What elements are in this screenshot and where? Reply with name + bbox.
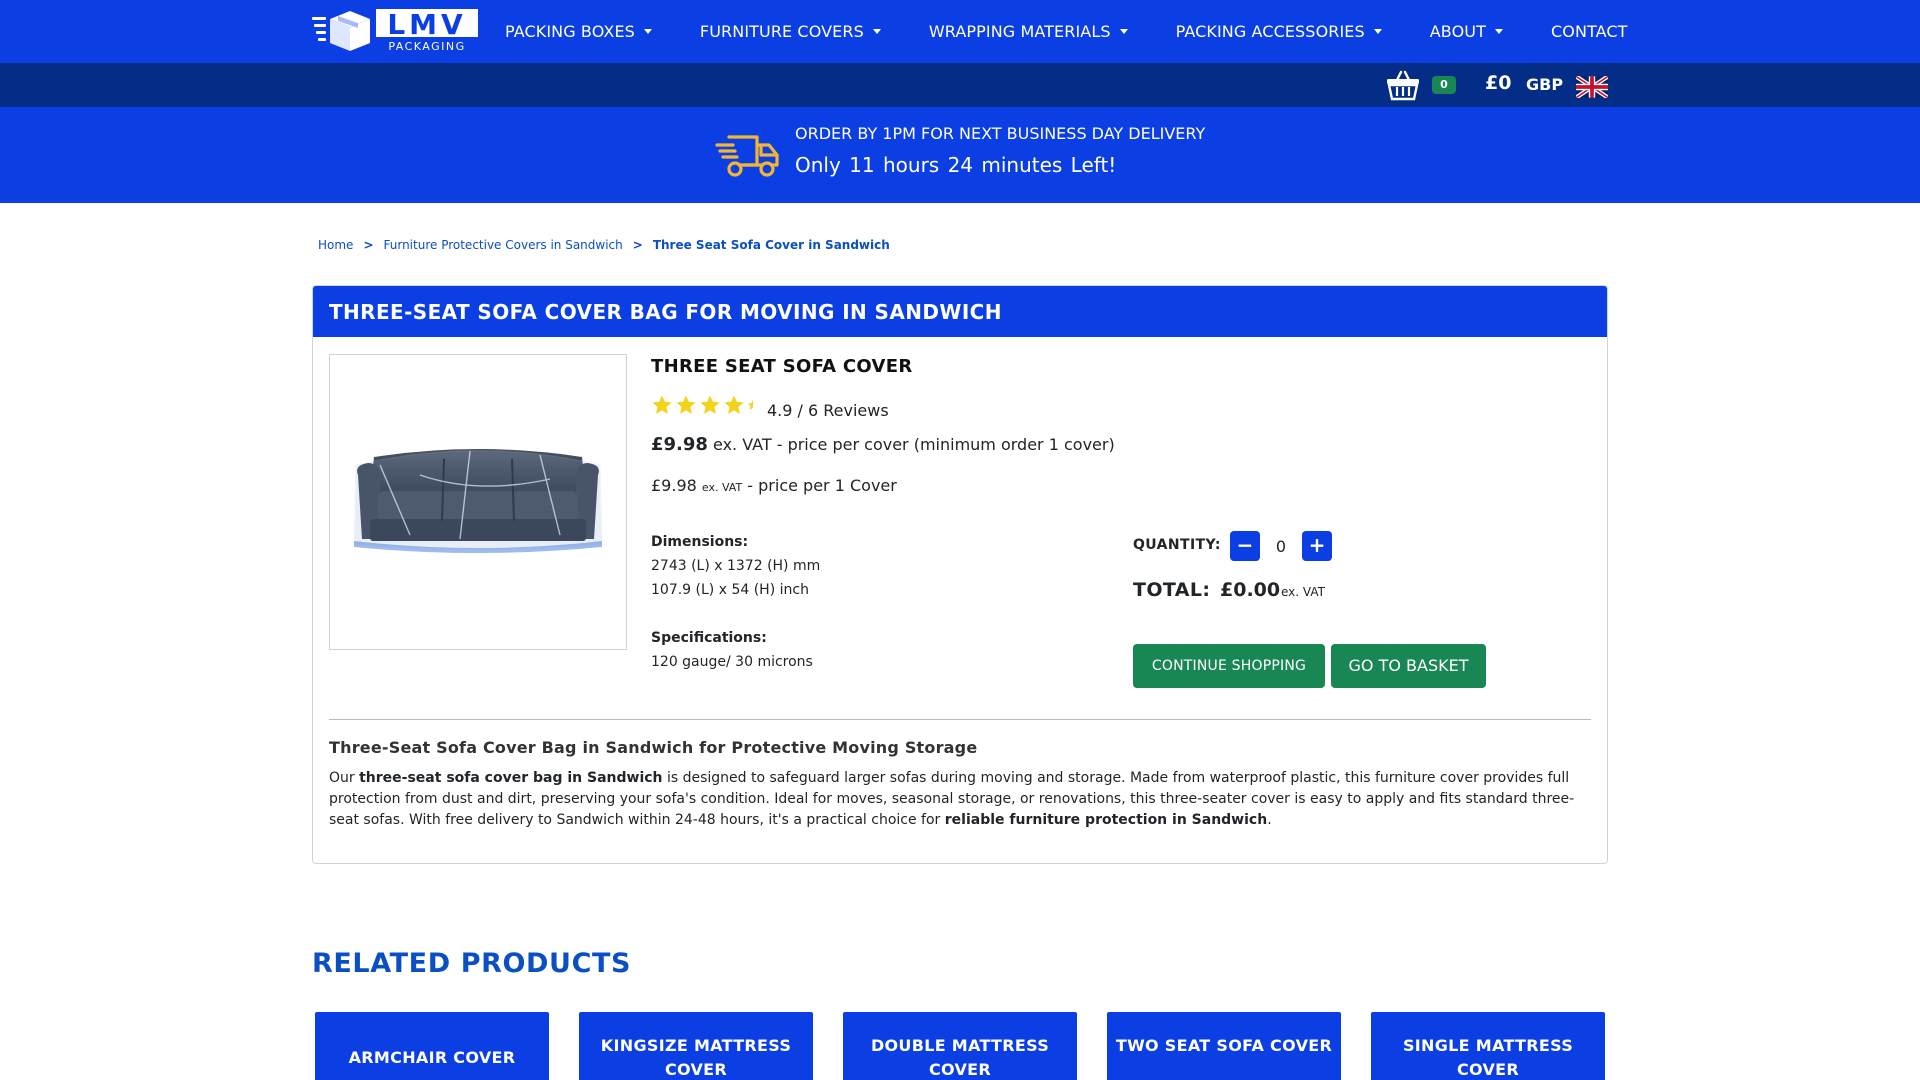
related-double-mattress-cover[interactable]: DOUBLE MATTRESS COVER <box>843 1012 1077 1080</box>
page-title: THREE-SEAT SOFA COVER BAG FOR MOVING IN … <box>329 300 1002 324</box>
basket-total: £0 <box>1485 72 1512 94</box>
lmv-packaging-logo[interactable]: LMV PACKAGING <box>312 8 488 53</box>
main-menu: PACKING BOXES FURNITURE COVERS WRAPPING … <box>505 0 1676 63</box>
breadcrumb-separator: > <box>632 238 643 252</box>
menu-contact[interactable]: CONTACT <box>1551 22 1628 41</box>
related-armchair-cover[interactable]: ARMCHAIR COVER <box>315 1012 549 1080</box>
quantity-input[interactable] <box>1268 533 1294 559</box>
delivery-cutoff-text: ORDER BY 1PM FOR NEXT BUSINESS DAY DELIV… <box>795 124 1206 143</box>
half-star-icon <box>747 399 753 410</box>
currency-selector[interactable]: GBP <box>1526 75 1563 94</box>
unit-exvat: ex. VAT <box>701 481 743 494</box>
breadcrumb-home[interactable]: Home <box>318 238 353 252</box>
unit-suffix: - price per 1 Cover <box>742 476 897 495</box>
sofa-cover-image[interactable] <box>350 435 606 555</box>
star-icon <box>676 395 696 414</box>
menu-wrapping-materials[interactable]: WRAPPING MATERIALS <box>929 22 1128 41</box>
breadcrumb: Home > Furniture Protective Covers in Sa… <box>318 238 890 252</box>
rating-stars <box>651 394 759 416</box>
dimensions-label: Dimensions: <box>651 534 749 550</box>
delivery-countdown: Only 11 hours 24 minutes Left! <box>795 153 1117 177</box>
specifications-label: Specifications: <box>651 630 767 646</box>
chevron-down-icon <box>643 29 652 34</box>
price-line: £9.98 ex. VAT - price per cover (minimum… <box>651 434 1115 455</box>
basket-bar <box>0 63 1920 107</box>
related-single-mattress-cover[interactable]: SINGLE MATTRESS COVER <box>1371 1012 1605 1080</box>
price-suffix: ex. VAT - price per cover (minimum order… <box>707 435 1115 454</box>
total-value: £0.00 <box>1220 579 1281 601</box>
unit-price-line: £9.98 ex. VAT - price per 1 Cover <box>651 476 897 495</box>
continue-shopping-button[interactable]: CONTINUE SHOPPING <box>1133 644 1325 688</box>
description-title: Three-Seat Sofa Cover Bag in Sandwich fo… <box>329 738 978 757</box>
quantity-decrease-button[interactable]: − <box>1230 531 1260 561</box>
svg-text:LMV: LMV <box>387 9 466 41</box>
total-label: TOTAL: <box>1133 579 1211 601</box>
star-icon <box>700 395 720 414</box>
related-kingsize-mattress-cover[interactable]: KINGSIZE MATTRESS COVER <box>579 1012 813 1080</box>
description-body: Our three-seat sofa cover bag in Sandwic… <box>329 770 1575 828</box>
specifications-value: 120 gauge/ 30 microns <box>651 654 813 670</box>
go-to-basket-button[interactable]: GO TO BASKET <box>1331 644 1486 688</box>
star-icon <box>724 395 744 414</box>
unit-price: £9.98 <box>651 476 697 495</box>
star-icon <box>652 395 672 414</box>
basket-count-badge: 0 <box>1432 76 1456 94</box>
related-products-list: ARMCHAIR COVER KINGSIZE MATTRESS COVER D… <box>315 1012 1605 1080</box>
menu-packing-boxes[interactable]: PACKING BOXES <box>505 22 652 41</box>
top-navbar: LMV PACKAGING PACKING BOXES FURNITURE CO… <box>0 0 1920 63</box>
breadcrumb-separator: > <box>363 238 374 252</box>
menu-furniture-covers[interactable]: FURNITURE COVERS <box>700 22 881 41</box>
quantity-increase-button[interactable]: + <box>1302 531 1332 561</box>
svg-text:PACKAGING: PACKAGING <box>388 40 465 53</box>
dimensions-mm: 2743 (L) x 1372 (H) mm <box>651 558 821 574</box>
product-card-header: THREE-SEAT SOFA COVER BAG FOR MOVING IN … <box>313 286 1607 337</box>
quantity-label: QUANTITY: <box>1133 537 1221 553</box>
rating-text[interactable]: 4.9 / 6 Reviews <box>767 401 889 420</box>
chevron-down-icon <box>1494 29 1503 34</box>
menu-packing-accessories[interactable]: PACKING ACCESSORIES <box>1176 22 1382 41</box>
product-card: THREE-SEAT SOFA COVER BAG FOR MOVING IN … <box>312 285 1608 864</box>
chevron-down-icon <box>1373 29 1382 34</box>
related-products-title: RELATED PRODUCTS <box>312 948 632 979</box>
dimensions-inch: 107.9 (L) x 54 (H) inch <box>651 582 809 598</box>
menu-about[interactable]: ABOUT <box>1430 22 1503 41</box>
basket-icon[interactable] <box>1386 69 1420 101</box>
product-name: THREE SEAT SOFA COVER <box>651 356 913 377</box>
chevron-down-icon <box>1119 29 1128 34</box>
price-value: £9.98 <box>651 434 708 455</box>
divider <box>329 719 1591 720</box>
total-exvat: ex. VAT <box>1281 585 1325 599</box>
breadcrumb-current: Three Seat Sofa Cover in Sandwich <box>652 238 890 252</box>
uk-flag-icon[interactable] <box>1574 74 1610 100</box>
chevron-down-icon <box>872 29 881 34</box>
breadcrumb-furniture-covers[interactable]: Furniture Protective Covers in Sandwich <box>384 238 623 252</box>
delivery-truck-icon <box>715 131 781 179</box>
related-two-seat-sofa-cover[interactable]: TWO SEAT SOFA COVER <box>1107 1012 1341 1080</box>
product-image-frame <box>329 354 627 650</box>
